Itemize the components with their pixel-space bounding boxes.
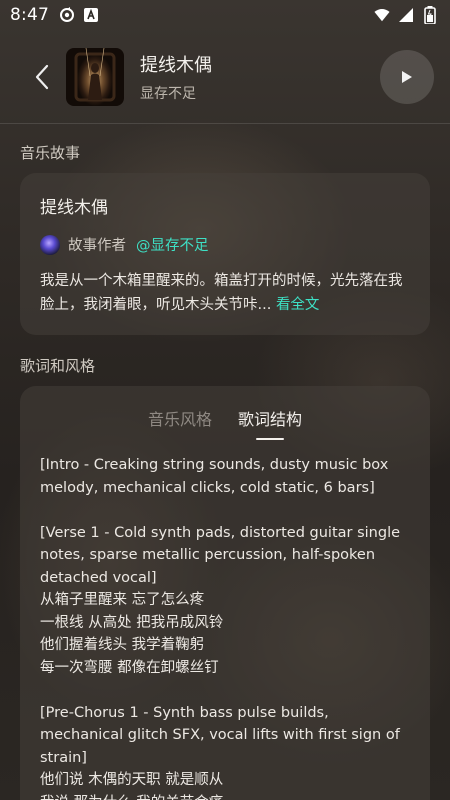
lyrics-line: 他们说 木偶的天职 就是顺从 [40, 772, 224, 788]
tab-music-style[interactable]: 音乐风格 [148, 406, 212, 440]
album-cover[interactable] [66, 47, 124, 106]
song-title: 提线木偶 [140, 54, 212, 76]
author-label: 故事作者 [68, 238, 126, 254]
status-time: 8:47 [10, 5, 49, 25]
lyrics-tabs: 音乐风格 歌词结构 [40, 406, 410, 440]
lyrics-line: 我说 那为什么 我的关节会痛 [40, 792, 410, 800]
lyrics-line: 一根线 从高处 把我吊成风铃 [40, 614, 224, 631]
lyrics-line: [Verse 1 - Cold synth pads, distorted gu… [40, 524, 401, 586]
play-button[interactable] [380, 50, 434, 104]
story-title: 提线木偶 [40, 198, 108, 218]
play-icon [402, 71, 412, 83]
lyrics-card: 音乐风格 歌词结构 [Intro - Creaking string sound… [20, 386, 430, 800]
chevron-left-icon [35, 64, 49, 89]
read-more-link[interactable]: 看全文 [276, 297, 320, 313]
signal-icon [398, 7, 414, 23]
story-card: 提线木偶 故事作者 @显存不足 我是从一个木箱里醒来的。箱盖打开的时候，光先落在… [20, 173, 430, 335]
song-artist[interactable]: 显存不足 [140, 83, 212, 103]
lyrics-spacer [40, 499, 410, 522]
story-excerpt-text: 我是从一个木箱里醒来的。箱盖打开的时候，光先落在我脸上，我闭着眼，听见木头关节咔… [40, 273, 403, 313]
sync-icon [59, 7, 75, 23]
lyrics-section-title: 歌词和风格 [20, 357, 96, 375]
story-excerpt: 我是从一个木箱里醒来的。箱盖打开的时候，光先落在我脸上，我闭着眼，听见木头关节咔… [40, 269, 410, 317]
wifi-icon [374, 7, 390, 23]
lyrics-line: 每一次弯腰 都像在卸螺丝钉 [40, 659, 219, 676]
battery-icon [422, 6, 438, 24]
lyrics-line: 他们握着线头 我学着鞠躬 [40, 637, 205, 653]
song-header: 提线木偶 显存不足 [0, 30, 450, 124]
tab-lyrics-structure[interactable]: 歌词结构 [238, 406, 302, 440]
lyrics-spacer [40, 679, 410, 702]
author-handle-link[interactable]: @显存不足 [136, 234, 209, 255]
story-section-title: 音乐故事 [20, 144, 81, 162]
story-author-row: 故事作者 @显存不足 [40, 234, 410, 255]
app-a-icon [83, 7, 99, 23]
lyrics-line: 从箱子里醒来 忘了怎么疼 [40, 592, 205, 608]
lyrics-line: [Intro - Creaking string sounds, dusty m… [40, 457, 389, 496]
back-button[interactable] [22, 57, 62, 97]
lyrics-text: [Intro - Creaking string sounds, dusty m… [40, 454, 410, 800]
status-bar: 8:47 [0, 0, 450, 30]
lyrics-line: [Pre-Chorus 1 - Synth bass pulse builds,… [40, 704, 400, 766]
author-avatar[interactable] [40, 234, 60, 255]
